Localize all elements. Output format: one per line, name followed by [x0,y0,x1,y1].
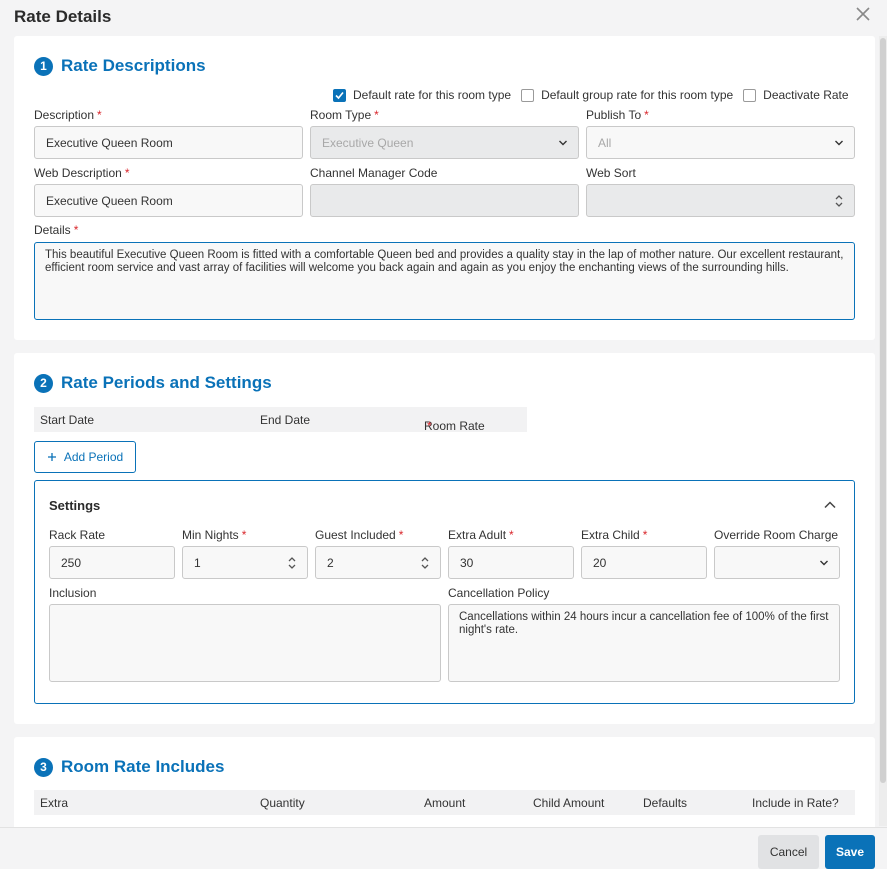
web-sort-label: Web Sort [586,166,636,180]
publish-to-label: Publish To * [586,108,649,122]
min-nights-input[interactable]: 1 [182,546,308,579]
section-number-badge: 1 [34,56,53,76]
cancellation-policy-label: Cancellation Policy [448,586,550,600]
save-button[interactable]: Save [825,835,875,869]
column-defaults: Defaults [643,796,688,810]
section-header: 2 Rate Periods and Settings [34,373,272,393]
rack-rate-input[interactable]: 250 [49,546,175,579]
column-extra: Extra [40,796,69,810]
rate-flags: Default rate for this room type Default … [333,88,849,102]
add-period-button[interactable]: Add Period [34,441,136,473]
rate-descriptions-card: 1 Rate Descriptions Default rate for thi… [14,36,875,340]
modal-footer: Cancel Save [0,827,887,869]
checkbox-unchecked-icon [521,88,535,102]
channel-manager-code-input[interactable] [310,184,579,217]
deactivate-rate-checkbox[interactable]: Deactivate Rate [743,88,849,102]
checkbox-label: Default group rate for this room type [541,88,734,102]
extra-child-label: Extra Child * [581,528,648,542]
extra-adult-input[interactable]: 30 [448,546,574,579]
chevron-up-icon[interactable] [824,500,836,510]
column-child-amount: Child Amount [533,796,605,810]
includes-table-header: Extra Quantity Amount Child Amount Defau… [34,790,855,815]
column-include-in-rate: Include in Rate? [752,796,839,810]
spinner-arrows-icon [288,557,296,569]
section-title: Rate Periods and Settings [61,373,272,392]
rate-periods-card: 2 Rate Periods and Settings Start Date E… [14,353,875,724]
spinner-arrows-icon [835,195,843,207]
section-header: 3 Room Rate Includes [34,757,224,777]
description-input[interactable]: Executive Queen Room [34,126,303,159]
modal-title: Rate Details [14,7,112,26]
column-amount: Amount [424,796,466,810]
checkbox-label: Deactivate Rate [763,88,849,102]
chevron-down-icon [820,560,828,566]
cancel-button[interactable]: Cancel [758,835,819,869]
spinner-arrows-icon [421,557,429,569]
web-description-label: Web Description * [34,166,130,180]
channel-manager-code-label: Channel Manager Code [310,166,438,180]
extra-adult-label: Extra Adult * [448,528,514,542]
column-start-date: Start Date [40,413,95,427]
default-group-rate-checkbox[interactable]: Default group rate for this room type [521,88,733,102]
periods-table-header: Start Date End Date Room Rate * [34,407,527,433]
cancellation-policy-textarea[interactable]: Cancellations within 24 hours incur a ca… [448,604,840,682]
settings-panel: Settings Rack Rate 250 Min Nights * 1 Gue… [34,480,855,704]
rack-rate-label: Rack Rate [49,528,106,542]
override-room-charge-select[interactable] [714,546,840,579]
settings-title: Settings [49,498,101,513]
description-label: Description * [34,108,102,122]
override-room-charge-label: Override Room Charge [714,528,839,542]
guest-included-input[interactable]: 2 [315,546,441,579]
checkbox-unchecked-icon [743,88,757,102]
section-header: 1 Rate Descriptions [34,56,206,76]
column-quantity: Quantity [260,796,305,810]
close-icon[interactable] [856,7,872,23]
section-number-badge: 2 [34,373,53,393]
min-nights-label: Min Nights * [182,528,247,542]
column-end-date: End Date [260,413,311,427]
details-textarea[interactable]: This beautiful Executive Queen Room is f… [34,242,855,320]
room-rate-includes-card: 3 Room Rate Includes Extra Quantity Amou… [14,737,875,827]
inclusion-textarea[interactable] [49,604,441,682]
web-sort-input[interactable] [586,184,855,217]
default-rate-checkbox[interactable]: Default rate for this room type [333,88,511,102]
chevron-down-icon [559,140,567,146]
checkbox-label: Default rate for this room type [353,88,512,102]
section-title: Room Rate Includes [61,757,225,776]
details-label: Details * [34,223,79,237]
publish-to-select[interactable]: All [586,126,855,159]
room-type-select[interactable]: Executive Queen [310,126,579,159]
inclusion-label: Inclusion [49,586,97,600]
modal-body: Rate Details 1 Rate Descriptions Default… [0,0,887,827]
extra-child-input[interactable]: 20 [581,546,707,579]
chevron-down-icon [835,140,843,146]
room-type-label: Room Type * [310,108,379,122]
checkbox-checked-icon [333,88,346,102]
section-title: Rate Descriptions [61,56,206,75]
plus-icon [47,453,56,461]
section-number-badge: 3 [34,757,53,777]
web-description-input[interactable]: Executive Queen Room [34,184,303,217]
guest-included-label: Guest Included * [315,528,404,542]
scrollbar-thumb[interactable] [880,38,886,783]
